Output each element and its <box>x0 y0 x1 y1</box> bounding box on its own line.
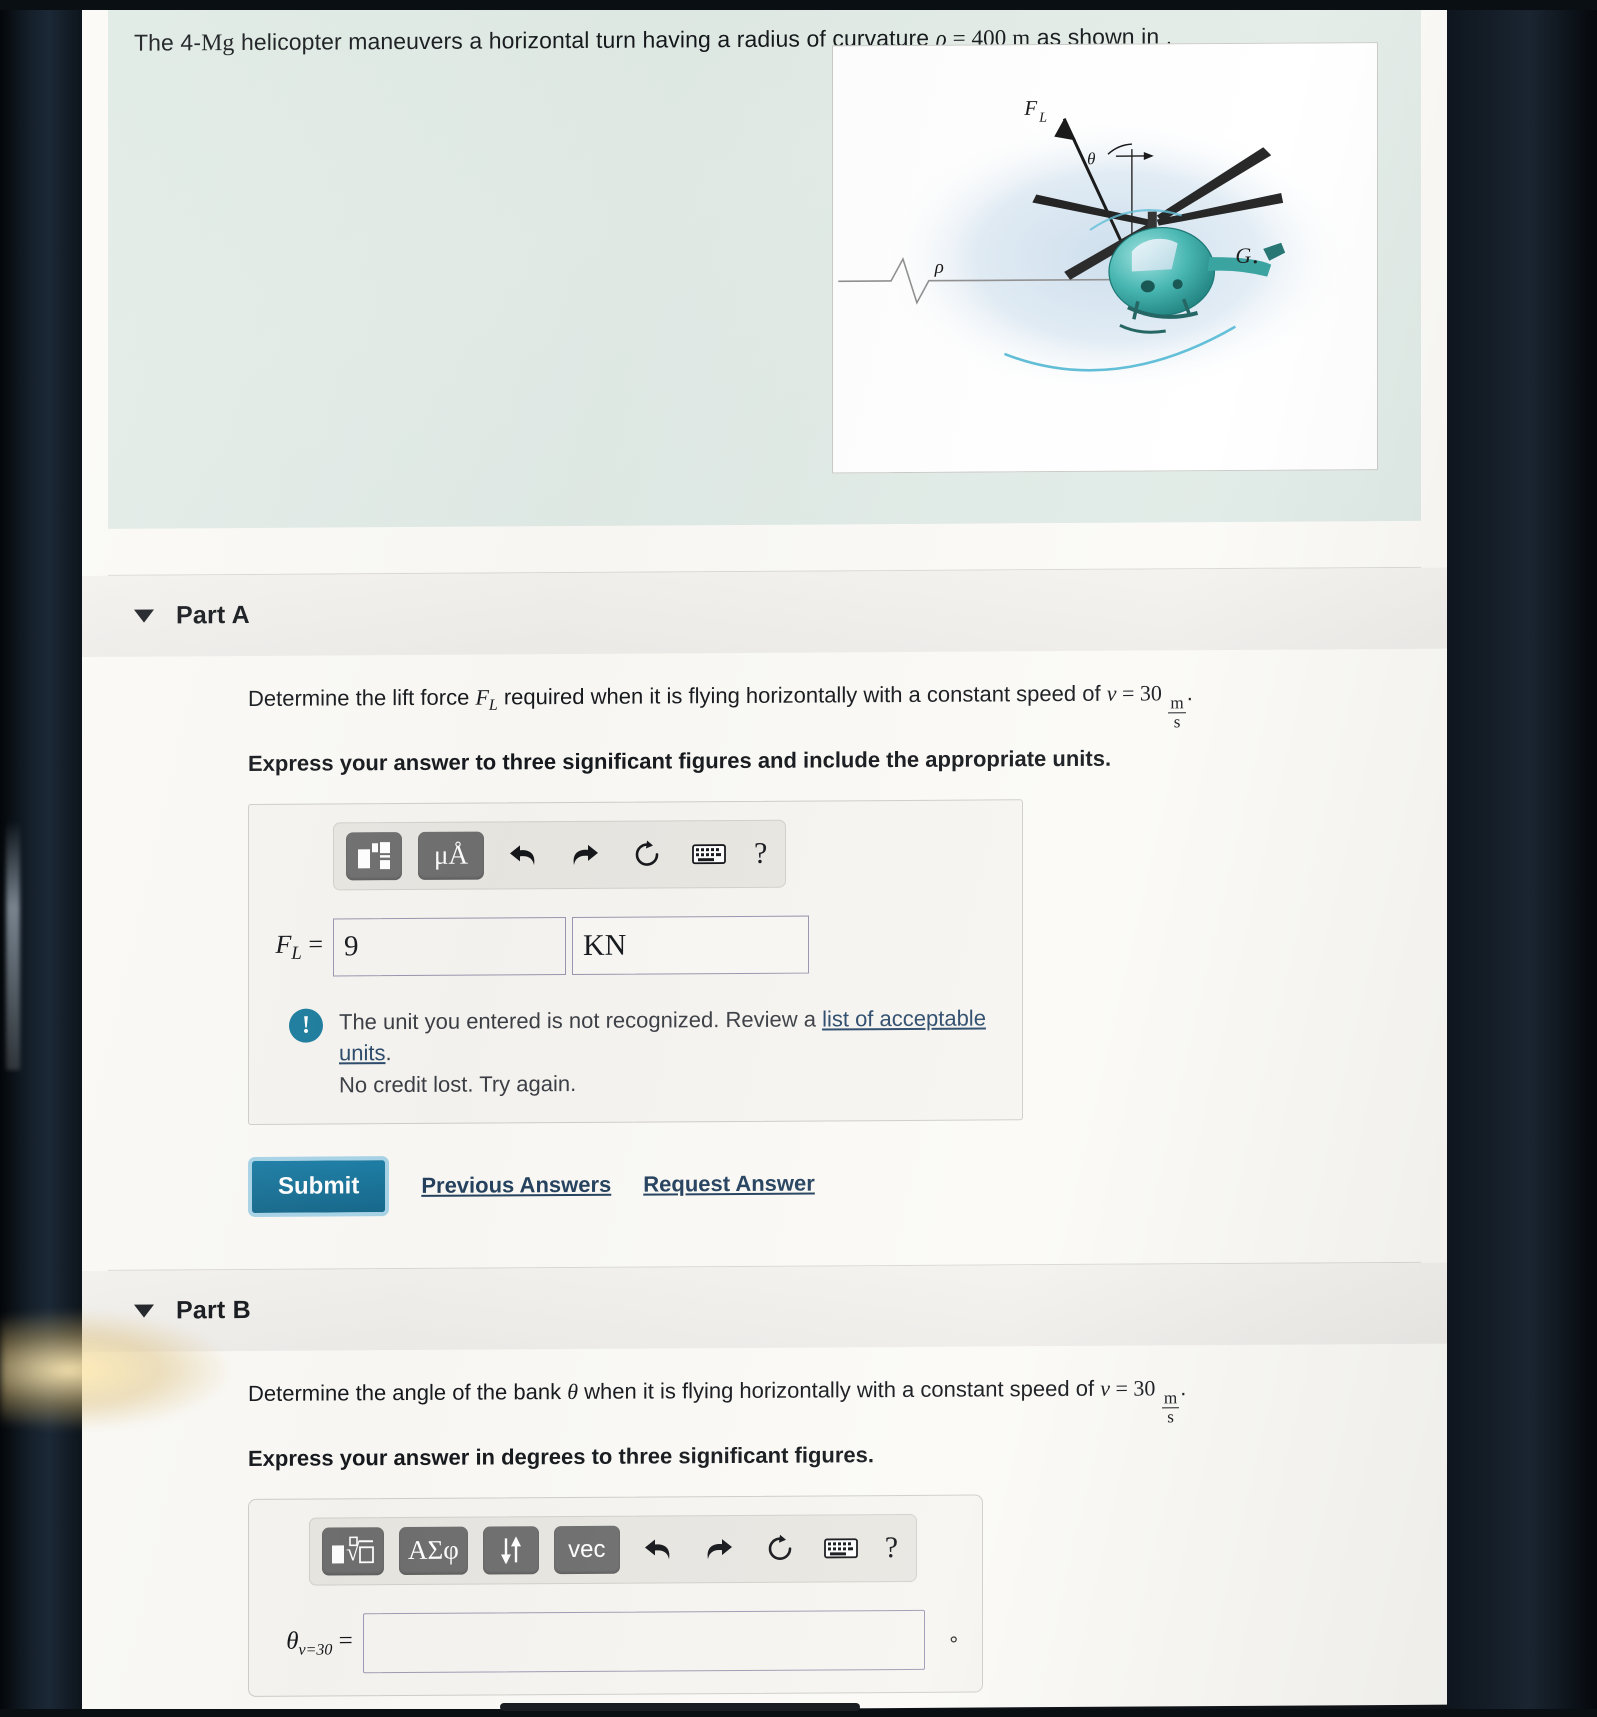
problem-text-part2: helicopter maneuvers a horizontal turn h… <box>234 24 936 56</box>
part-a-title: Part A <box>176 600 250 630</box>
feedback-line1-pre: The unit you entered is not recognized. … <box>339 1005 823 1034</box>
part-a-speed-unit: ms <box>1168 692 1186 732</box>
part-a-collapse-caret-icon[interactable] <box>134 609 154 623</box>
part-a-button-row: Submit Previous Answers Request Answer <box>248 1150 1421 1218</box>
part-b-answer-label: θv=30 = <box>286 1627 353 1659</box>
part-b-speed-var: v <box>1100 1375 1110 1401</box>
greek-symbols-button[interactable]: ΑΣφ <box>399 1526 468 1575</box>
part-a-body: Determine the lift force FL required whe… <box>82 649 1447 1229</box>
problem-statement-block: The 4-Mg helicopter maneuvers a horizont… <box>108 0 1421 529</box>
redo-icon[interactable] <box>562 832 608 876</box>
previous-answers-link[interactable]: Previous Answers <box>421 1172 611 1199</box>
part-b-question-end: . <box>1180 1375 1187 1401</box>
reset-icon[interactable] <box>624 832 670 876</box>
template-box-icon[interactable] <box>346 831 402 880</box>
feedback-line1-post: . <box>385 1040 392 1066</box>
tablet-screen: The 4-Mg helicopter maneuvers a horizont… <box>82 0 1447 1713</box>
part-b-toolbar: √ ΑΣφ vec ? <box>309 1513 918 1586</box>
part-b-instruction: Express your answer in degrees to three … <box>248 1442 874 1471</box>
template-radical-svg: √ <box>332 1536 374 1566</box>
part-a-question-var: F <box>475 684 489 710</box>
updown-arrows-button[interactable] <box>482 1525 539 1575</box>
units-micro-angstrom-button[interactable]: μÅ <box>418 831 484 880</box>
part-b-question-var: θ <box>567 1379 579 1405</box>
part-b-speed-value: 30 <box>1133 1375 1156 1401</box>
part-a-question-mid: required when it is flying horizontally … <box>497 680 1107 710</box>
part-a-answer-input[interactable] <box>333 916 566 976</box>
assignment-page: The 4-Mg helicopter maneuvers a horizont… <box>82 0 1447 1708</box>
tablet-bezel-top <box>0 0 1597 10</box>
svg-text:L: L <box>1038 111 1047 126</box>
part-a-speed-value: 30 <box>1139 680 1162 706</box>
tablet-photo-frame: The 4-Mg helicopter maneuvers a horizont… <box>0 0 1597 1717</box>
part-a-question-end: . <box>1186 680 1193 706</box>
submit-button[interactable]: Submit <box>248 1156 390 1218</box>
keyboard-icon[interactable] <box>686 832 732 876</box>
home-indicator[interactable] <box>500 1703 860 1711</box>
part-a-feedback-text: The unit you entered is not recognized. … <box>339 1002 1000 1102</box>
part-a-answer-label: FL = <box>275 929 323 964</box>
help-icon[interactable]: ? <box>748 836 773 870</box>
updown-arrows-svg <box>500 1536 521 1565</box>
part-b-question-mid: when it is flying horizontally with a co… <box>578 1375 1101 1405</box>
part-a-speed-eq: = <box>1116 680 1140 706</box>
part-b-question: Determine the angle of the bank θ when i… <box>248 1372 1421 1432</box>
part-b-title: Part B <box>176 1296 251 1325</box>
request-answer-link[interactable]: Request Answer <box>643 1171 815 1198</box>
degree-symbol: ∘ <box>947 1628 960 1651</box>
screen-edge-highlight <box>6 820 20 1070</box>
part-b-body: Determine the angle of the bank θ when i… <box>82 1344 1447 1708</box>
part-b-question-pre: Determine the angle of the bank <box>248 1379 568 1407</box>
svg-text:θ: θ <box>1087 149 1095 168</box>
part-a-instruction: Express your answer to three significant… <box>248 745 1112 776</box>
alert-icon: ! <box>289 1008 323 1043</box>
help-icon[interactable]: ? <box>879 1531 904 1565</box>
part-b-speed-unit: ms <box>1161 1388 1180 1427</box>
feedback-line2: No credit lost. Try again. <box>339 1071 577 1098</box>
svg-text:√: √ <box>346 1539 360 1566</box>
part-a-feedback: ! The unit you entered is not recognized… <box>289 1002 1000 1102</box>
helicopter-figure-svg: ρ F L θ G <box>833 43 1377 473</box>
part-b-header[interactable]: Part B <box>82 1262 1447 1353</box>
tablet-bezel-right <box>1447 0 1597 1717</box>
helicopter-figure: ρ F L θ G <box>832 42 1378 474</box>
part-a-speed-var: v <box>1106 680 1117 706</box>
svg-text:ρ: ρ <box>934 257 944 278</box>
template-box-svg <box>358 841 390 869</box>
template-radical-icon[interactable]: √ <box>322 1526 384 1576</box>
part-a-question-var-sub: L <box>488 696 498 714</box>
part-a-answer-card: μÅ ? FL = 9 KN ! The unit you entered is… <box>248 798 1023 1126</box>
undo-icon[interactable] <box>635 1527 681 1571</box>
problem-mass-unit: Mg <box>201 30 235 57</box>
part-b-answer-input[interactable] <box>362 1609 926 1673</box>
svg-text:G: G <box>1235 243 1251 268</box>
part-b-input-row: θv=30 = ∘ <box>271 1609 960 1673</box>
undo-icon[interactable] <box>500 833 546 877</box>
keyboard-icon[interactable] <box>818 1526 864 1570</box>
part-a-question: Determine the lift force FL required whe… <box>248 677 1421 737</box>
part-b-collapse-caret-icon[interactable] <box>134 1304 154 1318</box>
part-b-speed-eq: = <box>1109 1375 1134 1401</box>
part-a-units-input[interactable] <box>572 915 809 975</box>
part-b-answer-card: √ ΑΣφ vec ? θv=30 = ∘ <box>248 1494 983 1697</box>
svg-text:F: F <box>1023 96 1037 120</box>
part-a-toolbar: μÅ ? <box>333 819 787 890</box>
part-a-header[interactable]: Part A <box>82 567 1447 657</box>
part-a-question-pre: Determine the lift force <box>248 684 476 711</box>
reset-icon[interactable] <box>757 1526 803 1570</box>
vec-button[interactable]: vec <box>553 1525 620 1574</box>
redo-icon[interactable] <box>696 1527 742 1571</box>
part-a-input-row: FL = <box>271 914 1000 976</box>
problem-text-part1: The 4- <box>134 29 202 56</box>
